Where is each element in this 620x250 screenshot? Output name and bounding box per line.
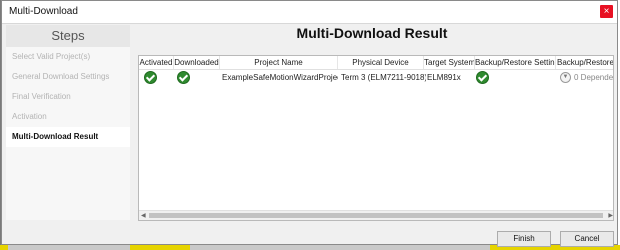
column-header-downloaded[interactable]: Downloaded [174,56,220,69]
horizontal-scrollbar[interactable]: ◀ ▶ [139,210,613,220]
column-header-backup-restore-r[interactable]: Backup/Restore r [556,56,613,69]
step-general-download-settings: General Download Settings [12,72,110,81]
column-header-project-name[interactable]: Project Name [220,56,338,69]
steps-panel: Steps Select Valid Project(s) General Do… [6,25,130,220]
background-yellow-block [130,245,190,250]
column-header-physical-device[interactable]: Physical Device [338,56,424,69]
chevron-down-icon[interactable]: ▼ [560,72,571,83]
check-icon [476,71,489,84]
column-header-backup-restore-settings[interactable]: Backup/Restore Settings [475,56,556,69]
scroll-left-icon[interactable]: ◀ [141,212,146,219]
step-final-verification: Final Verification [12,92,71,101]
title-bar: Multi-Download × [2,1,617,24]
column-header-target-system[interactable]: Target System [424,56,475,69]
finish-button[interactable]: Finish [497,231,551,247]
table-row[interactable]: ExampleSafeMotionWizardProject Term 3 (E… [139,70,614,86]
window-title: Multi-Download [9,6,78,17]
cancel-button[interactable]: Cancel [560,231,614,247]
multi-download-dialog: Multi-Download × Steps Select Valid Proj… [1,0,618,247]
step-select-valid-projects: Select Valid Project(s) [12,52,91,61]
column-header-activated[interactable]: Activated [139,56,174,69]
scroll-right-icon[interactable]: ▶ [608,212,613,219]
table-header: Activated Downloaded Project Name Physic… [139,56,613,70]
close-icon[interactable]: × [600,5,613,18]
steps-header: Steps [6,25,130,47]
cell-backup-restore-r: 0 Depender [574,73,614,82]
steps-list: Select Valid Project(s) General Download… [6,47,130,220]
page-title: Multi-Download Result [296,25,448,41]
background-yellow-block [0,245,8,250]
cell-physical-device: Term 3 (ELM7211-9018) [341,73,426,82]
result-table: Activated Downloaded Project Name Physic… [138,55,614,221]
cell-project-name: ExampleSafeMotionWizardProject [222,73,338,82]
scrollbar-thumb[interactable] [149,213,603,218]
step-activation: Activation [12,112,47,121]
step-multi-download-result: Multi-Download Result [6,127,130,147]
check-icon [144,71,157,84]
check-icon [177,71,190,84]
cell-target-system: ELM891x [427,73,461,82]
